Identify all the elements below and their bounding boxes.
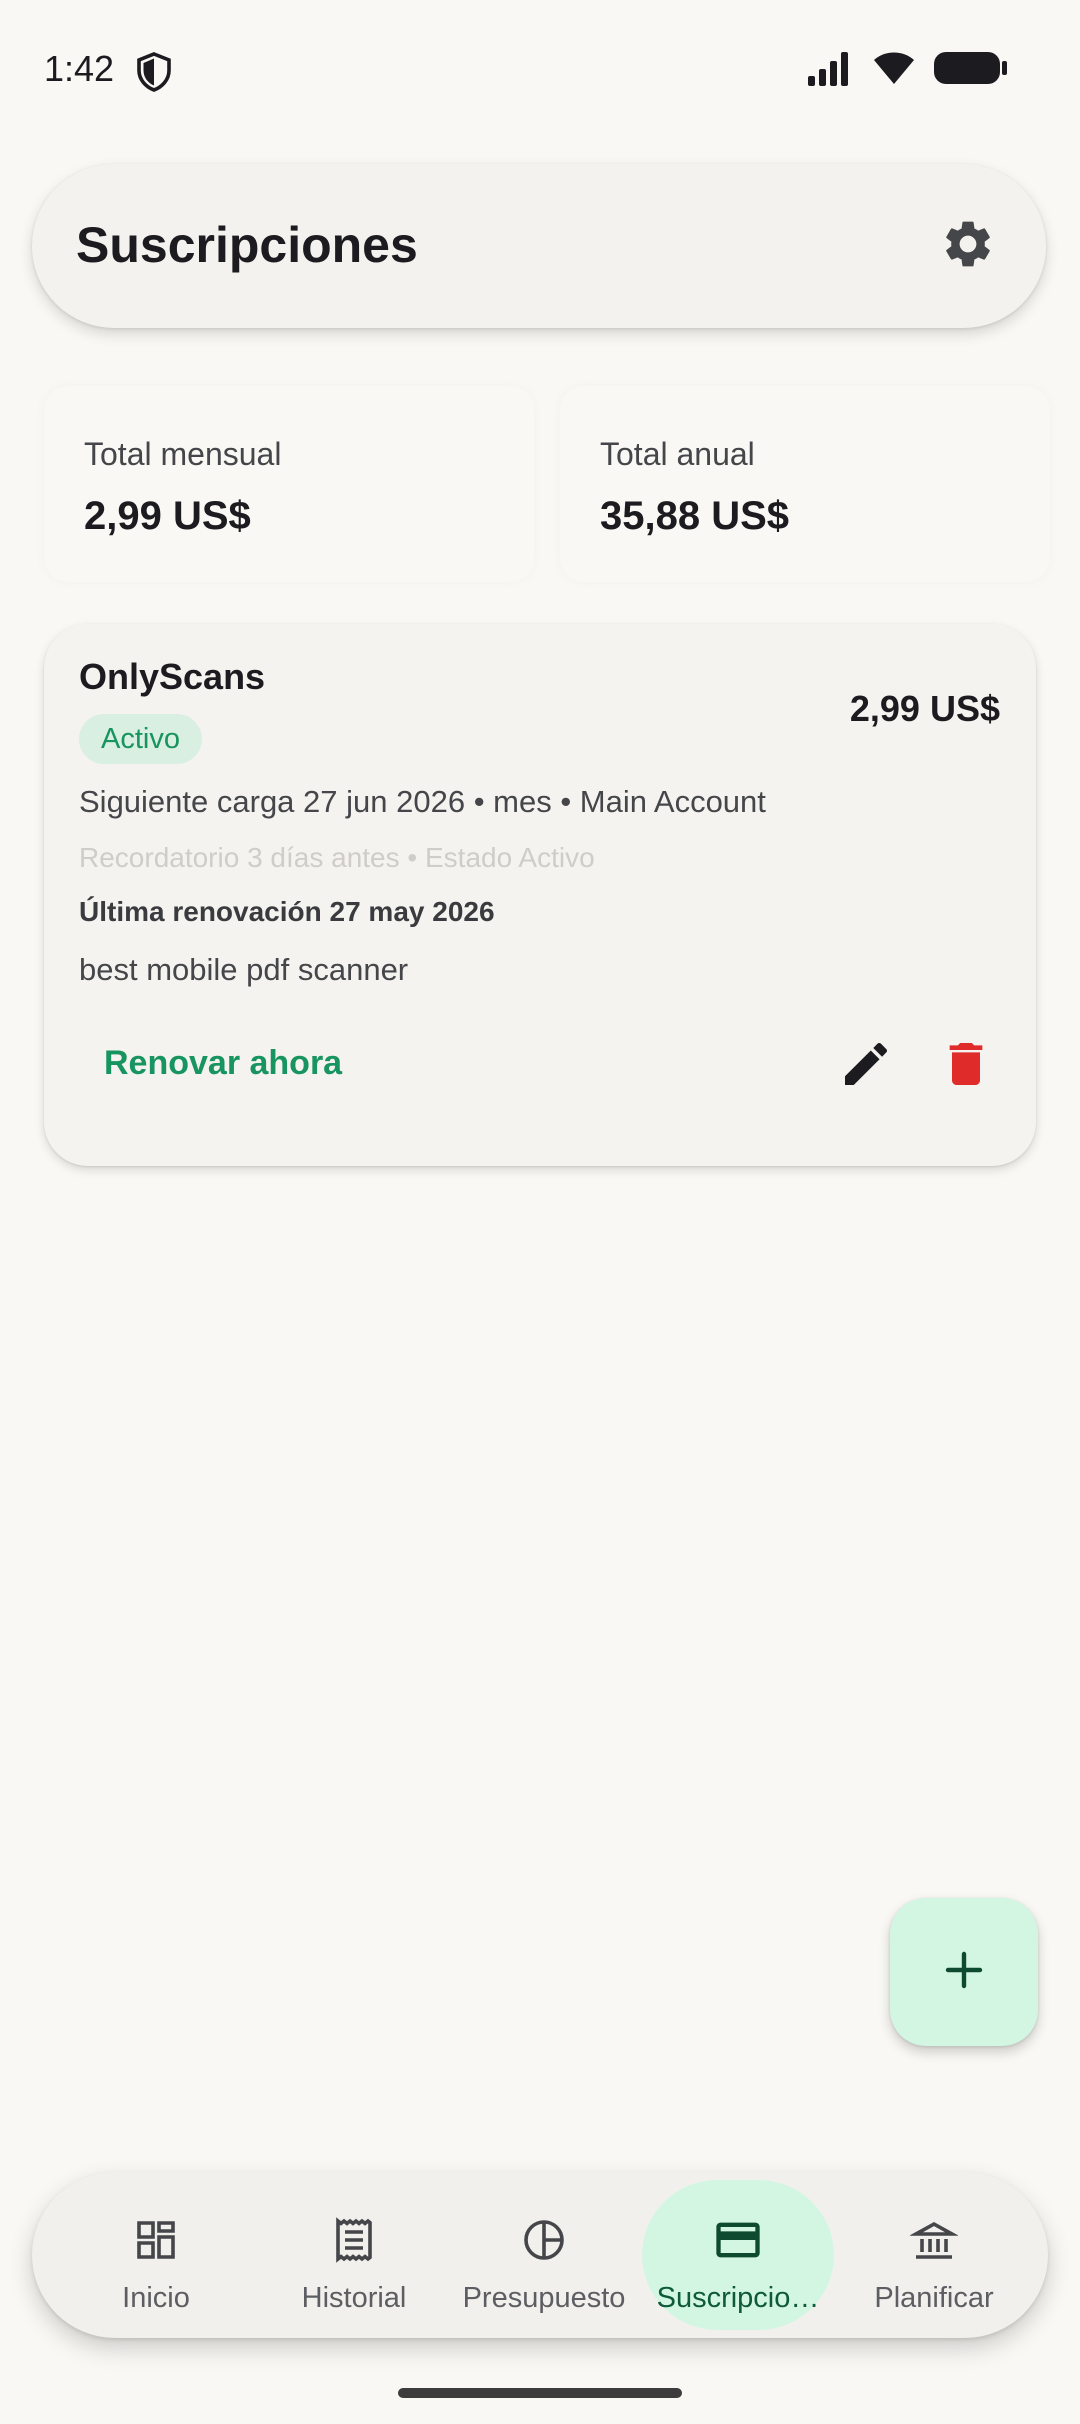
last-renewal-text: Última renovación 27 may 2026 <box>79 896 495 927</box>
next-charge-text: Siguiente carga 27 jun 2026 • mes • Main… <box>79 784 766 819</box>
nav-item-planificar[interactable]: Planificar <box>836 2172 1032 2338</box>
pie-chart-icon <box>516 2212 572 2268</box>
monthly-total-value: 2,99 US$ <box>84 494 251 538</box>
nav-label-historial: Historial <box>301 2282 407 2314</box>
status-time: 1:42 <box>44 48 115 89</box>
yearly-total-card: Total anual 35,88 US$ <box>560 386 1050 582</box>
trash-icon <box>938 1036 994 1097</box>
credit-card-icon <box>710 2212 766 2268</box>
nav-label-presupuesto: Presupuesto <box>462 2282 626 2314</box>
signal-icon <box>806 50 854 91</box>
subscription-price: 2,99 US$ <box>849 688 1000 729</box>
reminder-text: Recordatorio 3 días antes • Estado Activ… <box>79 842 595 873</box>
shield-icon <box>136 52 172 92</box>
bottom-navigation: Inicio Historial Presupuesto Suscripcio… <box>32 2172 1048 2338</box>
dashboard-icon <box>128 2212 184 2268</box>
add-subscription-button[interactable] <box>890 1898 1038 2046</box>
nav-label-planificar: Planificar <box>874 2282 994 2314</box>
yearly-total-label: Total anual <box>600 436 755 472</box>
wifi-icon <box>872 50 916 91</box>
gear-icon <box>940 216 996 277</box>
monthly-total-card: Total mensual 2,99 US$ <box>44 386 534 582</box>
receipt-icon <box>326 2212 382 2268</box>
plus-icon <box>940 1946 988 1999</box>
bank-icon <box>906 2212 962 2268</box>
yearly-total-value: 35,88 US$ <box>600 494 790 538</box>
nav-label-inicio: Inicio <box>122 2282 190 2314</box>
nav-item-presupuesto[interactable]: Presupuesto <box>446 2172 642 2338</box>
settings-button[interactable] <box>930 208 1006 284</box>
battery-icon <box>934 51 1008 90</box>
pencil-icon <box>838 1036 894 1097</box>
delete-button[interactable] <box>924 1024 1008 1108</box>
home-indicator[interactable] <box>398 2388 682 2398</box>
status-bar: 1:42 <box>0 0 1080 140</box>
nav-item-inicio[interactable]: Inicio <box>58 2172 254 2338</box>
monthly-total-label: Total mensual <box>84 436 282 472</box>
top-app-bar: Suscripciones <box>32 164 1046 328</box>
nav-item-historial[interactable]: Historial <box>256 2172 452 2338</box>
subscription-name: OnlyScans <box>79 656 266 697</box>
renew-now-button[interactable]: Renovar ahora <box>104 1044 342 1083</box>
nav-item-suscripciones[interactable]: Suscripcio… <box>640 2172 836 2338</box>
edit-button[interactable] <box>824 1024 908 1108</box>
subscription-card[interactable]: OnlyScans 2,99 US$ Activo Siguiente carg… <box>44 624 1036 1166</box>
subscription-description: best mobile pdf scanner <box>79 952 409 987</box>
status-badge: Activo <box>79 714 202 764</box>
page-title: Suscripciones <box>76 217 418 273</box>
nav-label-suscripciones: Suscripcio… <box>656 2282 820 2314</box>
